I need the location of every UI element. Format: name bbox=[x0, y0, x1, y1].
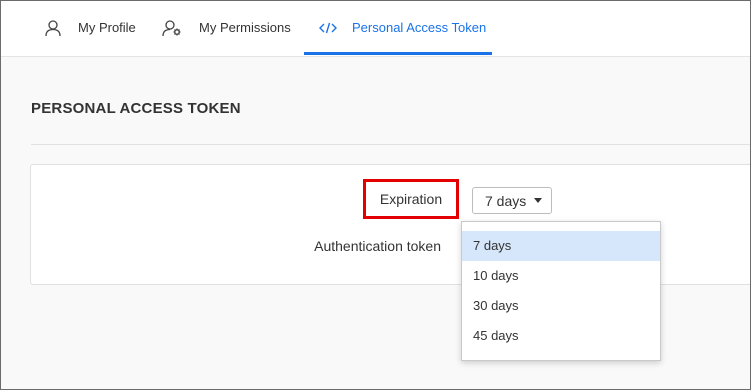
tab-my-permissions-label: My Permissions bbox=[199, 20, 291, 35]
dropdown-option-10-days[interactable]: 10 days bbox=[462, 261, 660, 291]
expiration-dropdown-menu: 7 days 10 days 30 days 45 days bbox=[461, 221, 661, 361]
authentication-token-label: Authentication token bbox=[314, 238, 441, 254]
tab-my-profile-label: My Profile bbox=[78, 20, 136, 35]
page-title: PERSONAL ACCESS TOKEN bbox=[31, 100, 241, 117]
tab-my-profile[interactable]: My Profile bbox=[43, 1, 136, 54]
user-gear-icon bbox=[162, 18, 182, 38]
dropdown-option-30-days[interactable]: 30 days bbox=[462, 291, 660, 321]
tab-personal-access-token-label: Personal Access Token bbox=[352, 20, 487, 35]
tab-bar: My Profile My Permissions Personal Acces… bbox=[1, 1, 750, 57]
expiration-label-text: Expiration bbox=[379, 191, 443, 207]
expiration-select[interactable]: 7 days bbox=[472, 187, 552, 214]
window-frame: My Profile My Permissions Personal Acces… bbox=[0, 0, 751, 390]
tab-personal-access-token[interactable]: Personal Access Token bbox=[304, 1, 492, 55]
code-icon bbox=[318, 18, 338, 38]
expiration-select-value: 7 days bbox=[485, 192, 527, 209]
tab-my-permissions[interactable]: My Permissions bbox=[162, 1, 291, 54]
caret-down-icon bbox=[534, 198, 543, 203]
dropdown-option-7-days[interactable]: 7 days bbox=[462, 231, 660, 261]
section-divider bbox=[31, 144, 750, 145]
user-icon bbox=[43, 18, 63, 38]
dropdown-option-45-days[interactable]: 45 days bbox=[462, 321, 660, 351]
expiration-label: Expiration bbox=[363, 179, 459, 219]
